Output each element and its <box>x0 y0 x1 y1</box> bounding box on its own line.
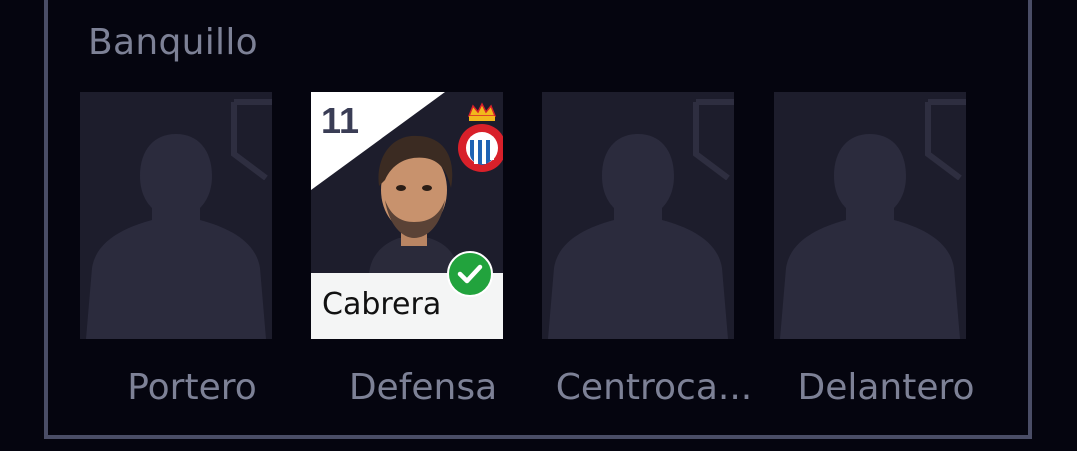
bench-slot-delantero[interactable] <box>774 92 966 339</box>
espanyol-crest-icon <box>458 102 503 172</box>
club-badge-placeholder-icon <box>231 99 272 180</box>
position-label-portero: Portero <box>127 367 257 408</box>
bench-slot-defensa[interactable]: 11 Cabrera <box>311 92 503 339</box>
section-title: Banquillo <box>88 22 258 63</box>
check-icon <box>447 251 493 297</box>
position-label-delantero: Delantero <box>797 367 975 408</box>
bench-slot-portero[interactable] <box>80 92 272 339</box>
club-badge-placeholder-icon <box>693 99 734 180</box>
empty-player-card[interactable] <box>774 92 966 339</box>
player-name: Cabrera <box>322 287 442 322</box>
empty-player-card[interactable] <box>542 92 734 339</box>
position-label-centrocampista: Centroca... <box>555 367 753 408</box>
player-number: 11 <box>321 100 360 141</box>
empty-player-card[interactable] <box>80 92 272 339</box>
club-badge-placeholder-icon <box>925 99 966 180</box>
position-label-defensa: Defensa <box>348 367 498 408</box>
player-card-cabrera[interactable]: 11 Cabrera <box>311 92 503 339</box>
bench-slot-centrocampista[interactable] <box>542 92 734 339</box>
